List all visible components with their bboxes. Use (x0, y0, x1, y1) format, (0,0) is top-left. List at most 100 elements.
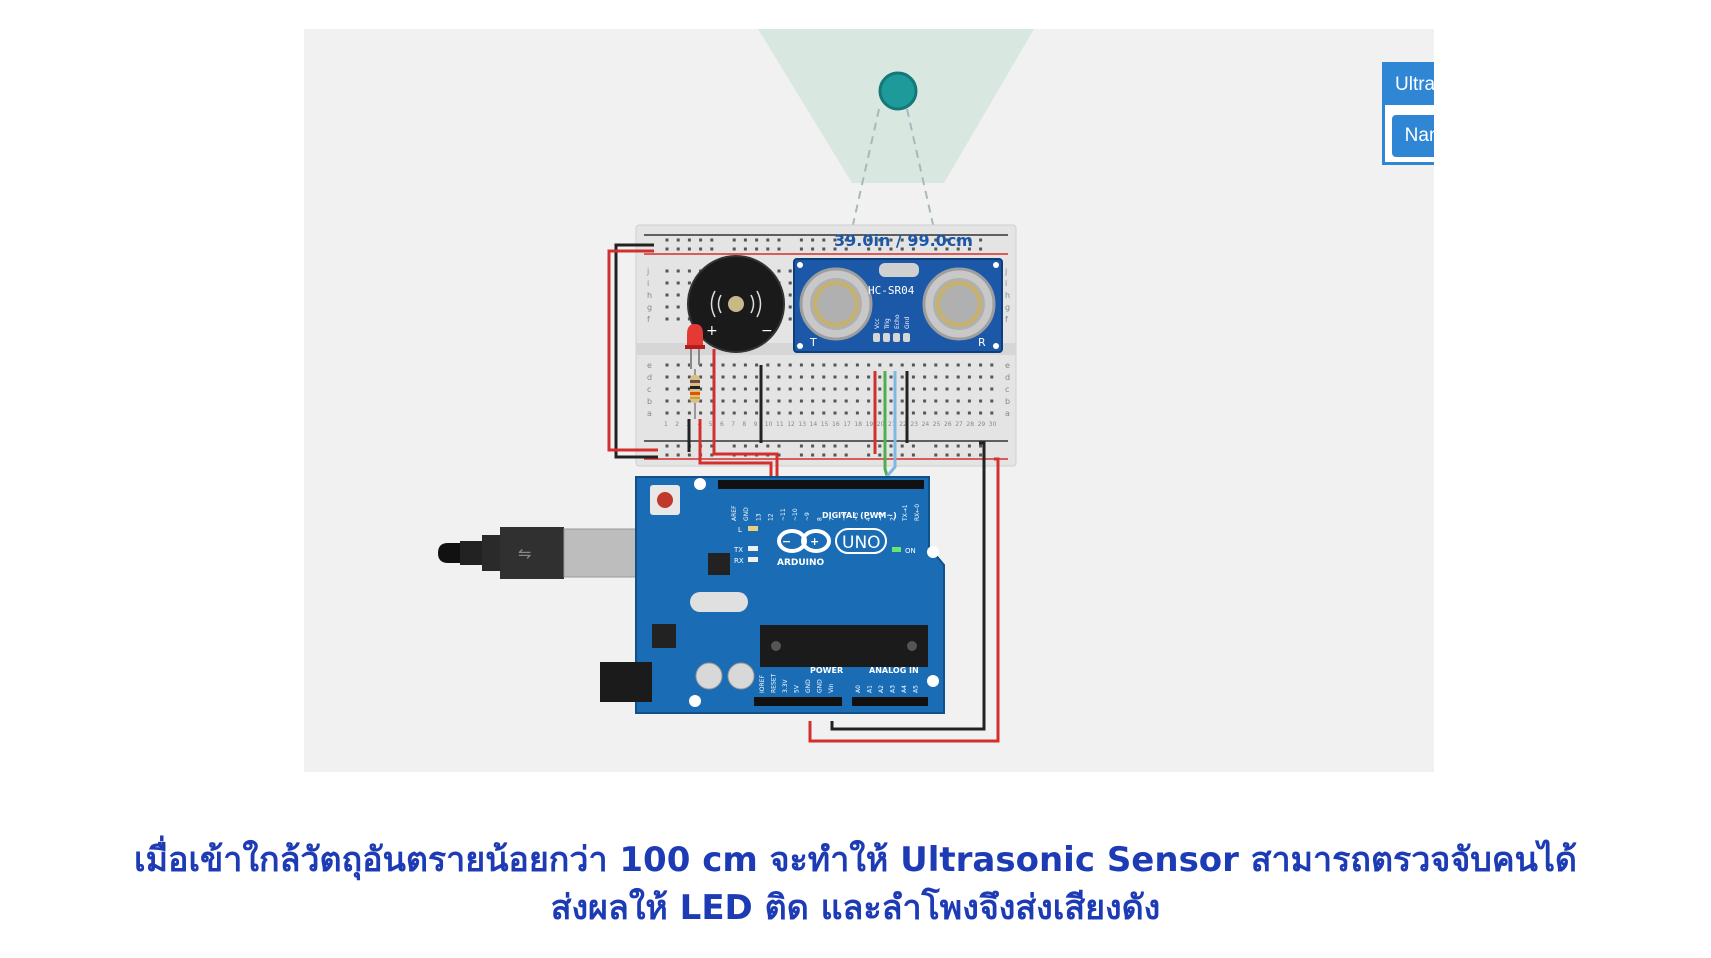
caption-line-1: เมื่อเข้าใกล้วัตถุอันตรายน้อยกว่า 100 cm… (133, 840, 1577, 880)
breadboard-column-label: 17 (843, 421, 851, 428)
reset-button[interactable] (657, 492, 673, 508)
distance-readout: 39.0in / 99.0cm (834, 231, 973, 250)
sensor-pin-label: Echo (894, 314, 901, 329)
ultrasonic-sensor[interactable]: HC-SR04 T R Vcc Trig Echo Gnd (793, 258, 1003, 353)
analog-pin-label: A0 (855, 685, 862, 693)
breadboard-column-label: 8 (742, 421, 746, 428)
digital-pin-label: ~11 (780, 508, 787, 521)
rx-label: RX (734, 557, 744, 565)
breadboard-row-label: f (647, 315, 650, 324)
digital-pin-label: 12 (768, 513, 775, 521)
breadboard-row-label: d (1005, 373, 1010, 382)
breadboard-column-label: 10 (765, 421, 773, 428)
breadboard-column-label: 5 (709, 421, 713, 428)
breadboard-row-label: c (1005, 385, 1009, 394)
power-pin-label: GND (817, 679, 824, 693)
breadboard-column-label: 2 (675, 421, 679, 428)
uno-label: UNO (842, 533, 881, 553)
buzzer-minus-label: − (761, 323, 773, 339)
simulation-canvas[interactable]: jjiihhggff eeddccbbaa 1 2 3 4 5 6 7 8 9 10 11 12 13 1… (304, 29, 1434, 772)
breadboard-column-label: 12 (787, 421, 795, 428)
breadboard-column-label: 24 (922, 421, 930, 428)
arduino-uno-board[interactable]: AREF GND 13 12 ~11 ~10 ~9 8 7 ~6 ~5 4 ~3 2 TX→1 RX←0 IO… (600, 476, 945, 714)
analog-header[interactable] (852, 697, 928, 706)
analog-pin-label: A3 (890, 685, 897, 693)
inspector-title: Ultrasonic Distance Sensor (1385, 65, 1434, 105)
breadboard-column-label: 25 (933, 421, 941, 428)
breadboard-column-label: 26 (944, 421, 952, 428)
digital-pin-label: AREF (731, 505, 738, 521)
name-field-row: Name (1392, 115, 1434, 157)
breadboard-row-label: h (1005, 291, 1010, 300)
on-led (892, 547, 901, 552)
buzzer-plus-label: + (706, 323, 718, 339)
breadboard-column-label: 7 (731, 421, 735, 428)
power-header[interactable] (754, 697, 842, 706)
breadboard-column-label: 1 (664, 421, 668, 428)
voltage-regulator (652, 624, 676, 648)
breadboard-row-label: c (647, 385, 651, 394)
power-pin-label: 5V (794, 684, 801, 693)
analog-pin-label: A5 (913, 685, 920, 693)
analog-pin-label: A1 (867, 685, 874, 693)
sensor-pin[interactable] (903, 333, 910, 342)
target-object[interactable] (878, 71, 918, 111)
sensor-model-label: HC-SR04 (868, 284, 915, 297)
breadboard-row-label: b (647, 397, 652, 406)
digital-pin-label: GND (743, 507, 750, 521)
power-pin-label: Vin (828, 683, 835, 693)
breadboard-row-label: d (647, 373, 652, 382)
digital-header[interactable] (718, 480, 924, 489)
component-inspector-panel[interactable]: Ultrasonic Distance Sensor Name (1382, 62, 1434, 165)
breadboard-row-label: h (647, 291, 652, 300)
tx-label: TX (733, 546, 743, 554)
breadboard-row-label: i (647, 279, 649, 288)
breadboard-row-label: f (1005, 315, 1008, 324)
analog-section-label: ANALOG IN (869, 666, 919, 675)
usb-connector (563, 528, 645, 578)
caption: เมื่อเข้าใกล้วัตถุอันตรายน้อยกว่า 100 cm… (0, 836, 1711, 932)
breadboard-column-label: 29 (978, 421, 986, 428)
breadboard-column-label: 23 (910, 421, 918, 428)
breadboard-column-label: 14 (810, 421, 818, 428)
breadboard-column-label: 19 (866, 421, 874, 428)
sensor-pin-label: Trig (884, 318, 891, 330)
sensor-pin[interactable] (883, 333, 890, 342)
svg-text:−: − (782, 535, 791, 548)
breadboard-row-label: i (1005, 279, 1007, 288)
power-section-label: POWER (810, 666, 843, 675)
circuit-diagram[interactable]: j ji ih hg gf f e ed dc cb ba a 1 2 3 4 5 6 7 8 9 10 11 12 13 1… (304, 29, 1434, 772)
l-label: L (738, 526, 742, 534)
breadboard-column-label: 9 (754, 421, 758, 428)
breadboard-column-label: 6 (720, 421, 724, 428)
l-led (748, 526, 758, 531)
sensor-pin[interactable] (873, 333, 880, 342)
digital-section-label: DIGITAL (PWM~) (822, 511, 897, 520)
crystal-oscillator (690, 592, 748, 612)
caption-line-2: ส่งผลให้ LED ติด และลำโพงจึงส่งเสียงดัง (550, 888, 1161, 928)
breadboard-row-label: g (1005, 303, 1010, 312)
sensor-pin[interactable] (893, 333, 900, 342)
usb-chip (708, 553, 730, 575)
usb-cable[interactable]: ⇋ (438, 527, 645, 579)
sensor-pin-label: Vcc (874, 318, 881, 329)
breadboard-column-label: 28 (966, 421, 974, 428)
breadboard-column-label: 30 (989, 421, 997, 428)
receive-mark: R (978, 336, 986, 349)
power-pin-label: 3.3V (782, 678, 789, 693)
breadboard-row-label: g (647, 303, 652, 312)
breadboard-column-label: 16 (832, 421, 840, 428)
breadboard-row-label: b (1005, 397, 1010, 406)
breadboard-row-label: j (646, 267, 649, 276)
breadboard-row-label: e (1005, 361, 1010, 370)
digital-pin-label: ~10 (792, 508, 799, 521)
tx-led (748, 546, 758, 551)
transmitter-transducer (799, 267, 873, 341)
digital-pin-label: 13 (755, 513, 762, 521)
breadboard-column-label: 15 (821, 421, 829, 428)
rx-led (748, 557, 758, 562)
digital-pin-label: ~9 (804, 512, 811, 521)
sensor-crystal (879, 263, 919, 277)
breadboard-column-label: 18 (854, 421, 862, 428)
power-jack (600, 662, 652, 702)
